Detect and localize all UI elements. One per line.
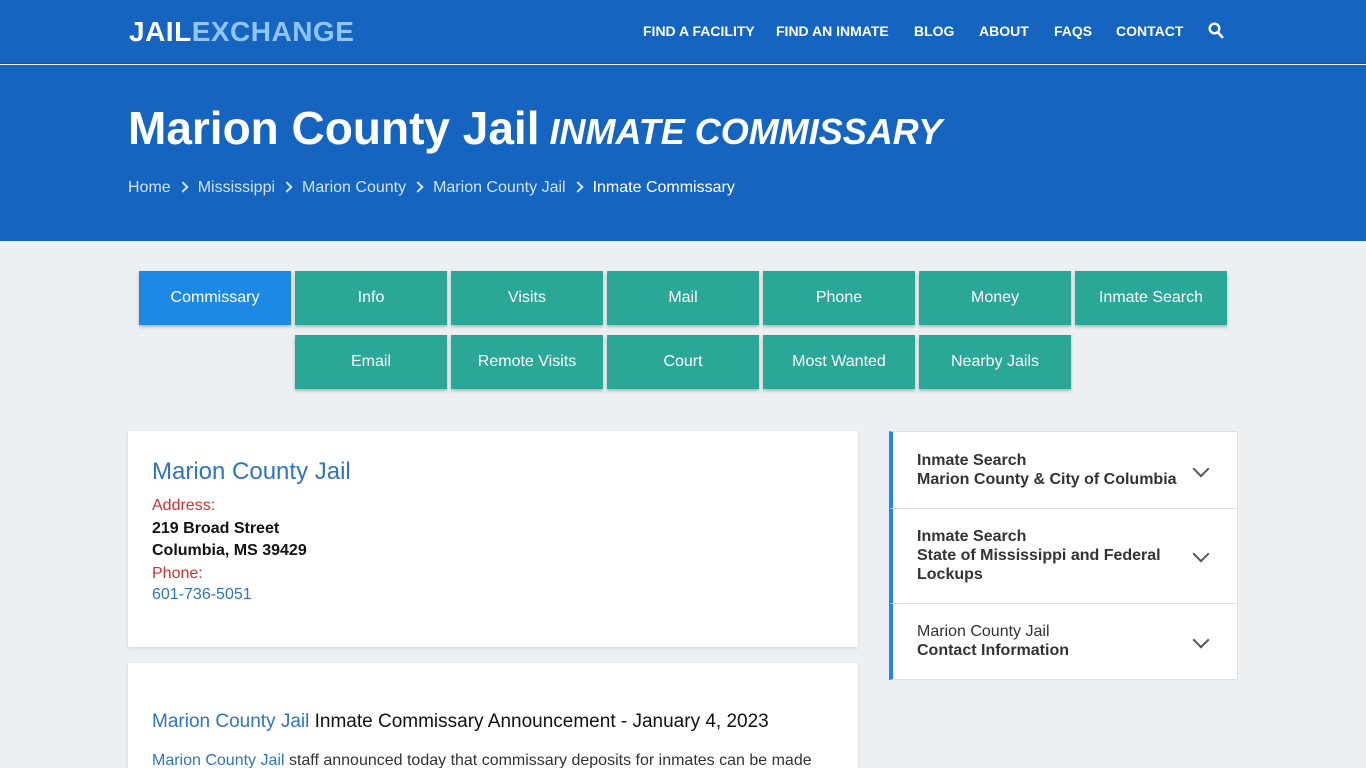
breadcrumb-current: Inmate Commissary: [592, 179, 735, 196]
sidebar-item-line1: Inmate Search: [917, 452, 1027, 469]
page-title-facility: Marion County Jail: [128, 102, 540, 154]
page-title-section: INMATE COMMISSARY: [549, 111, 943, 152]
chevron-right-icon: [571, 181, 584, 193]
sidebar-item-line1: Inmate Search: [917, 528, 1027, 545]
nav-faqs[interactable]: FAQs: [1054, 23, 1092, 39]
search-icon[interactable]: [1208, 22, 1224, 40]
tab-email[interactable]: Email: [295, 335, 447, 389]
chevron-down-icon: [1192, 631, 1210, 649]
chevron-down-icon: [1192, 545, 1210, 563]
phone-link[interactable]: 601-736-5051: [152, 586, 252, 604]
breadcrumb-county[interactable]: Marion County: [302, 179, 406, 196]
sidebar-item-label: Marion County Jail Contact Information: [917, 622, 1177, 660]
nav-about[interactable]: ABOUT: [979, 23, 1029, 39]
sidebar-item-line1: Marion County Jail: [917, 623, 1050, 640]
page-title: Marion County Jail INMATE COMMISSARY: [128, 101, 942, 155]
tab-visits[interactable]: Visits: [451, 271, 603, 325]
announcement-heading: Marion County Jail Inmate Commissary Ann…: [152, 711, 769, 733]
breadcrumb-state[interactable]: Mississippi: [198, 179, 275, 196]
sidebar-item-line2: Marion County & City of Columbia: [917, 471, 1177, 488]
jailexchange-logo[interactable]: JAILEXCHANGE: [129, 16, 354, 48]
announcement-card: Marion County Jail Inmate Commissary Ann…: [128, 663, 858, 768]
nav-find-a-facility[interactable]: FIND A FACILITY: [643, 23, 755, 39]
tab-most-wanted[interactable]: Most Wanted: [763, 335, 915, 389]
logo-text-jail: JAIL: [129, 16, 192, 47]
tab-court[interactable]: Court: [607, 335, 759, 389]
announcement-body-link[interactable]: Marion County Jail: [152, 752, 285, 768]
hero-banner: Marion County Jail INMATE COMMISSARY Home…: [0, 65, 1366, 241]
breadcrumb: Home Mississippi Marion County Marion Count…: [128, 179, 735, 197]
sidebar-item-line2: State of Mississippi and Federal Lockups: [917, 547, 1161, 583]
chevron-right-icon: [412, 181, 424, 193]
announcement-body: Marion County Jail staff announced today…: [152, 752, 812, 768]
facility-name: Marion County Jail: [152, 458, 351, 485]
address-line1: 219 Broad Street: [152, 520, 280, 537]
address-label: Address:: [152, 497, 216, 514]
facility-info-card: Marion County Jail Address: 219 Broad St…: [128, 431, 858, 647]
sidebar-item-label: Inmate Search State of Mississippi and F…: [917, 527, 1177, 584]
top-navigation-bar: JAILEXCHANGE FIND A FACILITY FIND AN INM…: [0, 0, 1366, 64]
address-line2: Columbia, MS 39429: [152, 542, 307, 559]
announcement-title: Inmate Commissary Announcement - January…: [314, 711, 769, 732]
tab-nearby-jails[interactable]: Nearby Jails: [919, 335, 1071, 389]
breadcrumb-home[interactable]: Home: [128, 179, 171, 196]
sidebar-item-state-federal-search[interactable]: Inmate Search State of Mississippi and F…: [889, 508, 1238, 604]
tab-commissary[interactable]: Commissary: [139, 271, 291, 325]
tab-phone[interactable]: Phone: [763, 271, 915, 325]
sidebar-item-label: Inmate Search Marion County & City of Co…: [917, 451, 1177, 489]
sidebar-item-county-inmate-search[interactable]: Inmate Search Marion County & City of Co…: [889, 431, 1238, 509]
tab-info[interactable]: Info: [295, 271, 447, 325]
tab-remote-visits[interactable]: Remote Visits: [451, 335, 603, 389]
phone-label: Phone:: [152, 565, 203, 582]
chevron-right-icon: [177, 181, 189, 193]
nav-contact[interactable]: CONTACT: [1116, 23, 1183, 39]
tab-mail[interactable]: Mail: [607, 271, 759, 325]
chevron-right-icon: [281, 181, 293, 193]
logo-text-exchange: EXCHANGE: [191, 16, 355, 47]
nav-find-an-inmate[interactable]: FIND AN INMATE: [776, 23, 889, 39]
sidebar-item-contact-information[interactable]: Marion County Jail Contact Information: [889, 603, 1238, 680]
chevron-down-icon: [1192, 460, 1210, 478]
nav-blog[interactable]: BLOG: [914, 23, 954, 39]
tab-inmate-search[interactable]: Inmate Search: [1075, 271, 1227, 325]
breadcrumb-facility[interactable]: Marion County Jail: [433, 179, 566, 196]
announcement-facility-link[interactable]: Marion County Jail: [152, 711, 309, 732]
tab-money[interactable]: Money: [919, 271, 1071, 325]
sidebar-item-line2: Contact Information: [917, 642, 1069, 659]
announcement-body-text: staff announced today that commissary de…: [288, 752, 812, 768]
